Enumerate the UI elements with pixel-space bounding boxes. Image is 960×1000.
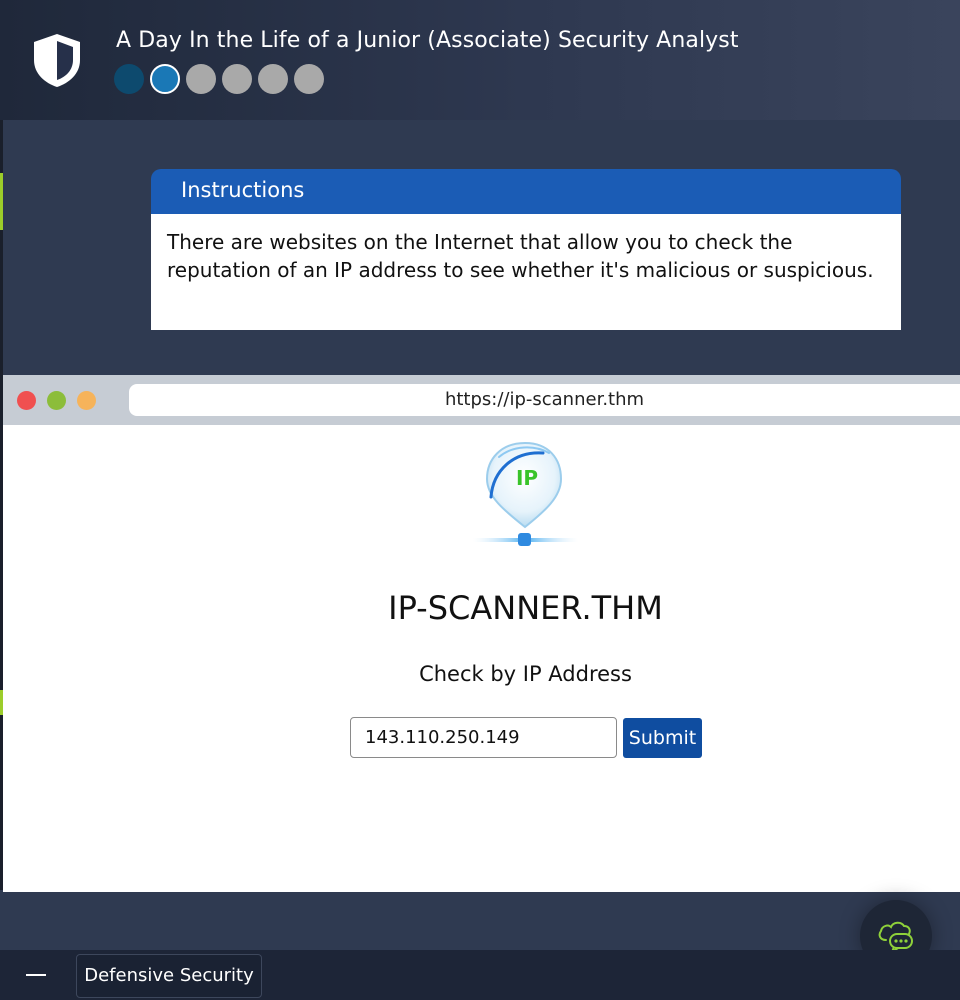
progress-step-6[interactable]	[294, 64, 324, 94]
progress-indicator	[114, 64, 324, 94]
browser-window: https://ip-scanner.thm IP IP-SCANNER.THM…	[3, 375, 960, 892]
logo-ip-text: IP	[516, 466, 538, 490]
progress-step-2[interactable]	[150, 64, 180, 94]
instructions-text: There are websites on the Internet that …	[151, 214, 901, 330]
address-bar[interactable]: https://ip-scanner.thm	[129, 384, 960, 416]
shield-icon	[34, 34, 80, 87]
room-title: A Day In the Life of a Junior (Associate…	[116, 28, 739, 53]
progress-step-3[interactable]	[186, 64, 216, 94]
ip-address-input[interactable]	[350, 717, 617, 758]
minimize-window-button[interactable]	[47, 391, 66, 410]
room-header: A Day In the Life of a Junior (Associate…	[0, 0, 960, 120]
submit-button[interactable]: Submit	[623, 718, 702, 758]
maximize-window-button[interactable]	[77, 391, 96, 410]
category-tag[interactable]: Defensive Security	[76, 954, 262, 998]
site-title: IP-SCANNER.THM	[388, 589, 663, 627]
progress-step-5[interactable]	[258, 64, 288, 94]
browser-toolbar: https://ip-scanner.thm	[3, 375, 960, 425]
instructions-panel: Instructions There are websites on the I…	[151, 169, 901, 330]
close-window-button[interactable]	[17, 391, 36, 410]
chat-cloud-icon	[878, 921, 913, 953]
instructions-heading: Instructions	[151, 169, 901, 214]
progress-step-4[interactable]	[222, 64, 252, 94]
ip-scanner-logo: IP	[473, 441, 578, 546]
side-accent-mark	[0, 173, 3, 230]
site-subtitle: Check by IP Address	[419, 662, 632, 686]
progress-step-1[interactable]	[114, 64, 144, 94]
minus-icon[interactable]	[26, 974, 46, 976]
